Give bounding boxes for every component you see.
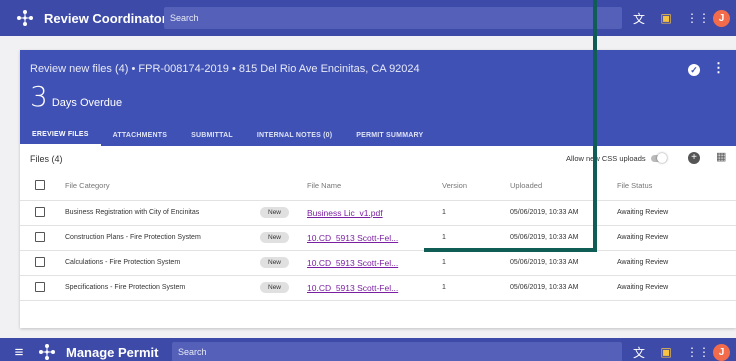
new-badge: New <box>260 257 290 268</box>
more-vert-icon[interactable]: ⋮ <box>712 60 725 76</box>
review-header: Review new files (4) • FPR-008174-2019 •… <box>20 50 736 146</box>
file-uploaded: 05/06/2019, 10:33 AM <box>510 275 617 301</box>
files-toolbar: Files (4) Allow new CSS uploads + ▦ <box>20 146 736 172</box>
row-checkbox[interactable] <box>35 281 45 292</box>
review-card: Review new files (4) • FPR-008174-2019 •… <box>20 50 736 328</box>
table-row[interactable]: Construction Plans - Fire Protection Sys… <box>20 225 736 251</box>
file-category: Specifications - Fire Protection System <box>60 275 260 301</box>
notification-badge-icon[interactable]: ▣ <box>659 345 673 359</box>
tab-internal-notes[interactable]: INTERNAL NOTES (0) <box>245 124 344 146</box>
avatar[interactable]: J <box>713 9 730 27</box>
tab-bar: EREVIEW FILES ATTACHMENTS SUBMITTAL INTE… <box>20 124 435 146</box>
avatar[interactable]: J <box>713 343 730 361</box>
file-name-link[interactable]: 10.CD_5913 Scott-Fel... <box>307 258 398 268</box>
file-uploaded: 05/06/2019, 10:33 AM <box>510 200 617 226</box>
file-version: 1 <box>442 200 510 226</box>
check-circle-icon[interactable]: ✓ <box>688 64 700 76</box>
overdue-indicator: 3 Days Overdue <box>30 80 122 113</box>
file-category: Calculations - Fire Protection System <box>60 250 260 276</box>
new-badge: New <box>260 207 290 218</box>
column-header-category[interactable]: File Category <box>60 172 260 201</box>
file-name-link[interactable]: 10.CD_5913 Scott-Fel... <box>307 233 398 243</box>
file-category: Business Registration with City of Encin… <box>60 200 260 226</box>
apps-grid-icon[interactable]: ⋮⋮ <box>686 11 710 25</box>
tab-ereview-files[interactable]: EREVIEW FILES <box>20 124 101 146</box>
notification-badge-icon[interactable]: ▣ <box>659 11 673 25</box>
search-placeholder: Search <box>170 13 199 23</box>
overdue-label: Days Overdue <box>51 97 123 109</box>
file-status: Awaiting Review <box>617 275 736 301</box>
files-count: Files (4) <box>30 154 63 164</box>
apps-grid-icon[interactable]: ⋮⋮ <box>686 345 710 359</box>
grid-view-icon[interactable]: ▦ <box>716 150 726 163</box>
column-header-uploaded[interactable]: Uploaded <box>510 172 617 201</box>
search-input[interactable]: Search <box>172 342 622 361</box>
csv-toggle-label: Allow new CSS uploads <box>566 154 646 163</box>
file-uploaded: 05/06/2019, 10:33 AM <box>510 225 617 251</box>
file-version: 1 <box>442 250 510 276</box>
bottom-app-bar: ≡ Manage Permit Search 文 ▣ ⋮⋮ J <box>0 338 736 361</box>
column-header-status[interactable]: File Status <box>617 172 736 201</box>
column-header-version[interactable]: Version <box>442 172 510 201</box>
translate-icon[interactable]: 文 <box>632 344 646 361</box>
annotation-line-horizontal <box>424 248 597 252</box>
file-version: 1 <box>442 225 510 251</box>
search-placeholder: Search <box>178 347 207 357</box>
row-checkbox[interactable] <box>35 231 45 242</box>
overdue-days-number: 3 <box>30 80 48 113</box>
table-row[interactable]: Calculations - Fire Protection System Ne… <box>20 250 736 276</box>
file-name-link[interactable]: 10.CD_5913 Scott-Fel... <box>307 283 398 293</box>
column-header-file-name[interactable]: File Name <box>307 172 442 201</box>
tab-attachments[interactable]: ATTACHMENTS <box>101 124 179 146</box>
table-row[interactable]: Business Registration with City of Encin… <box>20 200 736 226</box>
table-header-row: File Category File Name Version Uploaded… <box>20 172 736 201</box>
annotation-line-vertical <box>593 0 597 252</box>
add-circle-icon[interactable]: + <box>688 152 700 164</box>
logo-icon[interactable] <box>12 5 38 31</box>
hamburger-menu-icon[interactable]: ≡ <box>4 338 34 361</box>
app-bar-actions: 文 ▣ ⋮⋮ J <box>632 0 736 36</box>
logo-icon[interactable] <box>34 339 60 361</box>
file-version: 1 <box>442 275 510 301</box>
search-input[interactable]: Search <box>164 7 622 29</box>
tab-submittal[interactable]: SUBMITTAL <box>179 124 245 146</box>
table-row[interactable]: Specifications - Fire Protection System … <box>20 275 736 301</box>
csv-upload-toggle[interactable]: Allow new CSS uploads <box>566 153 667 163</box>
row-checkbox[interactable] <box>35 206 45 217</box>
review-title: Review new files (4) • FPR-008174-2019 •… <box>30 63 420 75</box>
file-uploaded: 05/06/2019, 10:33 AM <box>510 250 617 276</box>
file-status: Awaiting Review <box>617 250 736 276</box>
app-bar-actions: 文 ▣ ⋮⋮ J <box>632 338 736 361</box>
new-badge: New <box>260 282 290 293</box>
files-table: File Category File Name Version Uploaded… <box>20 172 736 301</box>
toggle-switch[interactable] <box>650 153 667 163</box>
translate-icon[interactable]: 文 <box>632 10 646 27</box>
top-app-bar: Review Coordinator Search 文 ▣ ⋮⋮ J <box>0 0 736 36</box>
file-category: Construction Plans - Fire Protection Sys… <box>60 225 260 251</box>
file-name-link[interactable]: Business Lic_v1.pdf <box>307 208 383 218</box>
select-all-checkbox[interactable] <box>35 179 45 190</box>
row-checkbox[interactable] <box>35 256 45 267</box>
file-status: Awaiting Review <box>617 225 736 251</box>
app-title: Manage Permit <box>66 344 159 360</box>
tab-permit-summary[interactable]: PERMIT SUMMARY <box>344 124 435 146</box>
new-badge: New <box>260 232 290 243</box>
app-title: Review Coordinator <box>44 10 167 26</box>
file-status: Awaiting Review <box>617 200 736 226</box>
